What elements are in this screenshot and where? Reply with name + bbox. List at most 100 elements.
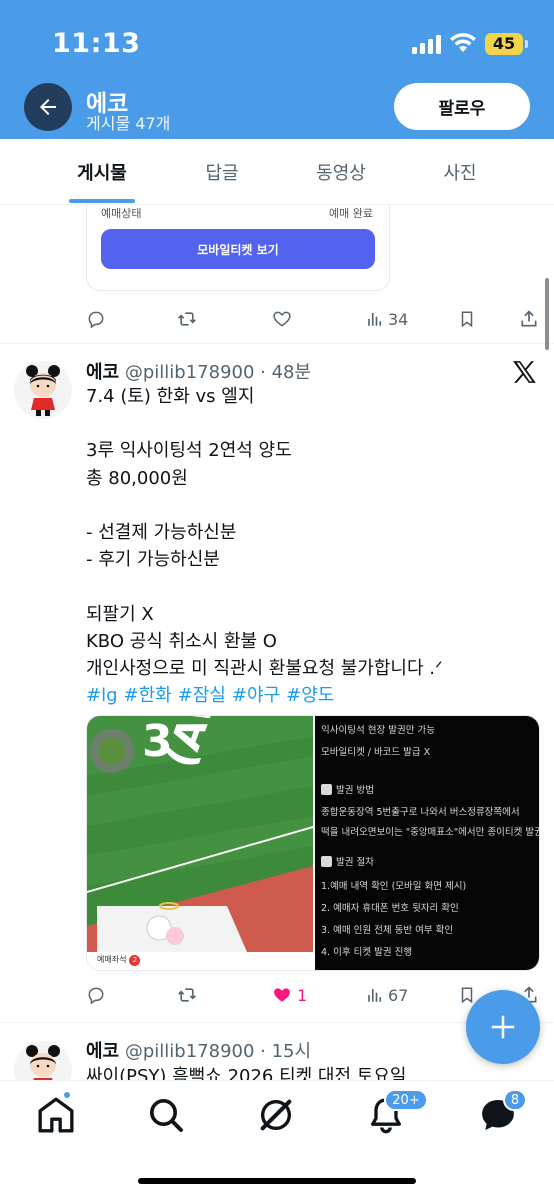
tweet-line	[86, 410, 536, 437]
hashtag-link[interactable]: #야구	[232, 685, 280, 706]
notice-heading-text: 발권 절차	[336, 857, 374, 868]
pucca-avatar-icon	[14, 361, 72, 419]
reply-button[interactable]	[86, 305, 106, 333]
status-time: 11:13	[52, 28, 141, 59]
tab-posts[interactable]: 게시물	[40, 139, 164, 205]
like-button[interactable]	[271, 305, 293, 333]
tab-videos[interactable]: 동영상	[279, 139, 403, 205]
checkbox-icon	[321, 856, 332, 867]
follow-button[interactable]: 팔로우	[394, 83, 530, 130]
author-handle-time[interactable]: @pillib178900 · 48분	[125, 362, 311, 383]
notice-line: 4. 이후 티켓 발권 진행	[321, 947, 413, 958]
like-button[interactable]: 1	[271, 981, 307, 1009]
ticket-status-label: 예매상태	[101, 207, 142, 220]
tweet-line: 총 80,000원	[86, 467, 188, 489]
ticket-card[interactable]: 예매상태 예매 완료 모바일티켓 보기	[86, 205, 390, 291]
tweet-text: 7.4 (토) 한화 vs 엘지 3루 익사이팅석 2연석 양도 총 80,00…	[86, 383, 536, 709]
cellular-signal-icon	[412, 34, 442, 54]
repost-button[interactable]	[176, 981, 198, 1009]
tweet-line: KBO 공식 취소시 환불 O	[86, 630, 277, 652]
tweet-line	[86, 492, 536, 519]
tweet-line: - 후기 가능하신분	[86, 549, 220, 571]
repost-button[interactable]	[176, 305, 198, 333]
avatar[interactable]	[14, 361, 72, 419]
pucca-avatar-icon	[14, 1041, 72, 1080]
notice-line: 모바일티켓 / 바코드 발급 X	[321, 747, 431, 758]
hashtag-row: #lg #한화 #잠실 #야구 #양도	[86, 682, 536, 709]
grok-icon	[260, 1099, 292, 1131]
notifications-badge: 20+	[384, 1089, 428, 1111]
timeline-feed[interactable]: 예매상태 예매 완료 모바일티켓 보기 34 에코 @pillib178900 …	[0, 205, 554, 1080]
tweet-line: 싸이(PSY) 흠뻑쇼 2026 티켓 대전 토요일	[86, 1066, 407, 1080]
back-button[interactable]	[24, 83, 72, 131]
nav-home[interactable]	[36, 1095, 76, 1135]
ticket-status-value: 예매 완료	[329, 207, 373, 220]
home-indicator	[138, 1178, 416, 1184]
search-icon	[150, 1099, 183, 1132]
notice-line: 2. 예매자 휴대폰 번호 뒷자리 확인	[321, 903, 459, 914]
seat-label: 예매좌석 2	[97, 954, 141, 966]
nav-search[interactable]	[146, 1095, 186, 1135]
post-divider	[0, 343, 554, 344]
x-logo-icon	[513, 361, 536, 383]
status-bar: 11:13 45	[0, 0, 554, 80]
hashtag-link[interactable]: #lg	[86, 685, 118, 706]
repost-icon	[178, 988, 196, 1002]
bookmark-icon	[461, 987, 473, 1004]
battery-indicator: 45	[485, 33, 528, 55]
notice-line: 종합운동장역 5번출구로 나와서 버스정류장쪽에서	[321, 807, 520, 818]
hashtag-link[interactable]: #양도	[286, 685, 334, 706]
views-button[interactable]: 67	[366, 981, 408, 1009]
notice-line: 3. 예매 인원 전체 동반 여부 확인	[321, 925, 454, 936]
messages-badge: 8	[503, 1089, 527, 1111]
bookmark-icon	[461, 311, 473, 328]
profile-header: 11:13 45 에코 게시물 47개 팔로우	[0, 0, 554, 139]
arrow-left-icon	[40, 99, 56, 115]
mobile-ticket-button[interactable]: 모바일티켓 보기	[101, 229, 375, 269]
media-image-seatmap[interactable]: 3 (AWA 예매좌석2	[87, 716, 313, 970]
like-count: 1	[297, 985, 308, 1005]
seat-label-text: 예매좌석	[97, 955, 127, 964]
views-count: 67	[388, 985, 409, 1005]
views-chart-icon	[368, 989, 382, 1002]
author-name[interactable]: 에코	[86, 362, 119, 383]
notice-line: 떡을 내려오면보이는 "중앙매표소"에서만 종이티켓 발권 가능	[321, 827, 540, 838]
reply-button[interactable]	[86, 981, 106, 1009]
avatar[interactable]	[14, 1041, 72, 1080]
hashtag-link[interactable]: #잠실	[178, 685, 226, 706]
nav-grok[interactable]	[256, 1095, 296, 1135]
notice-line: 익사이팅석 현장 발권만 가능	[321, 725, 435, 736]
wifi-icon	[450, 33, 476, 52]
prev-post-actions: 34	[86, 305, 546, 333]
tweet-media[interactable]: 3 (AWA 예매좌석2 익사이팅석 현장 발권만 가능 모바일티켓 / 바코드…	[86, 715, 540, 971]
media-image-notice[interactable]: 익사이팅석 현장 발권만 가능 모바일티켓 / 바코드 발급 X 발권 방법 종…	[315, 716, 540, 970]
tweet-line: 7.4 (토) 한화 vs 엘지	[86, 386, 255, 407]
tab-active-indicator	[69, 199, 135, 203]
tweet-header: 에코 @pillib178900 · 48분	[86, 358, 311, 384]
views-chart-icon	[368, 313, 382, 326]
tab-replies[interactable]: 답글	[160, 139, 284, 205]
tweet-line: - 선결제 가능하신분	[86, 521, 237, 543]
hashtag-link[interactable]: #한화	[124, 685, 172, 706]
views-button[interactable]: 34	[366, 305, 408, 333]
author-name[interactable]: 에코	[86, 1041, 119, 1062]
compose-post-button[interactable]	[466, 990, 540, 1064]
checkbox-icon	[321, 784, 332, 795]
heart-icon	[273, 311, 291, 327]
tab-photos[interactable]: 사진	[398, 139, 522, 205]
heart-filled-icon	[274, 988, 290, 1002]
tweet-line: 개인사정으로 미 직관시 환불요청 불가합니다 .ᐟ	[86, 657, 443, 679]
home-new-dot	[62, 1090, 72, 1100]
home-icon	[38, 1097, 74, 1133]
tweet-header: 에코 @pillib178900 · 15시	[86, 1037, 311, 1063]
bookmark-button[interactable]	[458, 305, 476, 333]
tweet-text: 싸이(PSY) 흠뻑쇼 2026 티켓 대전 토요일	[86, 1063, 536, 1080]
tweet-line	[86, 573, 536, 600]
author-handle-time[interactable]: @pillib178900 · 15시	[125, 1041, 311, 1062]
share-button[interactable]	[519, 305, 539, 333]
reply-icon	[88, 311, 104, 329]
repost-icon	[178, 312, 196, 326]
scrollbar-thumb[interactable]	[545, 278, 549, 350]
share-icon	[521, 310, 537, 327]
reply-icon	[88, 987, 104, 1005]
